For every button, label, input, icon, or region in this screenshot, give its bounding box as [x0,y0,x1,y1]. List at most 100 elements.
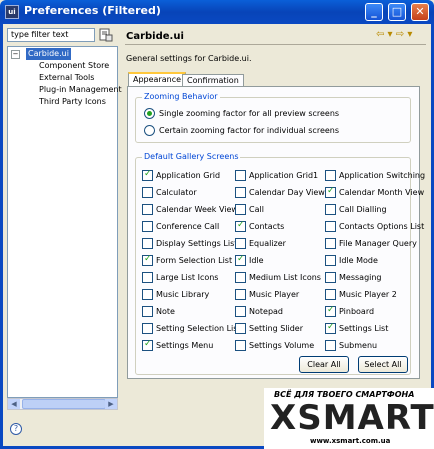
gallery-checkbox[interactable] [142,169,153,181]
gallery-checkbox[interactable] [235,220,246,232]
gallery-checkbox[interactable] [235,323,246,334]
clear-filter-icon[interactable] [99,28,113,42]
gallery-checkbox[interactable] [142,254,153,266]
gallery-checkbox-label: Call [249,205,264,214]
tree-horizontal-scrollbar[interactable]: ◀ ▶ [7,398,118,410]
tree-item-carbide-ui[interactable]: Carbide.ui [26,48,71,60]
gallery-checkbox[interactable] [235,272,246,283]
zooming-behavior-title: Zooming Behavior [142,92,220,102]
gallery-checkbox[interactable] [325,255,336,266]
gallery-checkbox-label: Medium List Icons [249,273,321,282]
gallery-checkbox-label: Submenu [339,341,378,350]
window-title: Preferences (Filtered) [24,4,161,17]
gallery-checkbox[interactable] [325,322,336,334]
gallery-checkbox-label: Equalizer [249,239,286,248]
preferences-tree: − Carbide.ui Component Store External To… [7,46,122,398]
gallery-checkbox[interactable] [325,305,336,317]
scroll-left-icon[interactable]: ◀ [8,399,20,409]
gallery-checkbox[interactable] [142,187,153,198]
gallery-checkbox-label: Calendar Month View [339,188,425,197]
gallery-checkbox-label: Display Settings List [156,239,238,248]
gallery-checkbox[interactable] [325,340,336,351]
app-icon: ui [5,5,19,19]
gallery-checkbox[interactable] [235,306,246,317]
gallery-checkbox-label: Application Grid [156,171,221,180]
tree-item-plugin-management[interactable]: Plug-in Management [39,84,122,96]
zoom-single-radio[interactable] [144,108,155,119]
gallery-checkbox-label: Calculator [156,188,197,197]
minimize-button[interactable]: _ [365,3,383,21]
scroll-thumb[interactable] [22,399,106,409]
gallery-checkbox-label: Settings Volume [249,341,315,350]
zooming-behavior-group: Zooming Behavior Single zooming factor f… [135,92,411,143]
gallery-checkbox-label: Calendar Day View [249,188,325,197]
title-separator [125,44,426,45]
clear-all-button[interactable]: Clear All [299,356,349,373]
gallery-checkbox-label: Conference Call [156,222,220,231]
gallery-checkbox[interactable] [235,204,246,215]
filter-input[interactable]: type filter text [7,28,95,42]
gallery-checkbox[interactable] [325,186,336,198]
gallery-checkbox-label: Contacts [249,222,285,231]
gallery-screens-group: Default Gallery Screens Application Grid… [135,152,425,375]
gallery-checkbox[interactable] [235,238,246,249]
gallery-checkbox-label: Calendar Week View [156,205,238,214]
gallery-checkbox[interactable] [235,340,246,351]
zoom-individual-radio[interactable] [144,125,155,136]
close-button[interactable]: ✕ [411,3,429,21]
xsmart-watermark: ВСЁ ДЛЯ ТВОЕГО СМАРТФОНА XSMART www.xsma… [264,388,434,449]
tab-confirmation[interactable]: Confirmation [182,74,244,86]
gallery-checkbox-label: Idle Mode [339,256,378,265]
gallery-checkbox[interactable] [325,289,336,300]
gallery-checkbox-label: Idle [249,256,264,265]
maximize-button[interactable]: □ [388,3,406,21]
zoom-single-label: Single zooming factor for all preview sc… [159,109,340,118]
gallery-checkbox[interactable] [142,204,153,215]
gallery-checkbox[interactable] [142,339,153,351]
gallery-checkbox-label: Large List Icons [156,273,219,282]
gallery-checkbox[interactable] [325,272,336,283]
zoom-individual-label: Certain zooming factor for individual sc… [159,126,340,135]
navigation-arrows-icon[interactable]: ⇦ ▾ ⇨ ▾ [376,29,412,40]
gallery-checkbox[interactable] [325,170,336,181]
gallery-checkbox-label: File Manager Query [339,239,417,248]
gallery-checkbox[interactable] [235,289,246,300]
gallery-checkbox-label: Settings List [339,324,389,333]
gallery-checkbox-label: Notepad [249,307,283,316]
gallery-checkbox[interactable] [325,221,336,232]
title-bar: ui Preferences (Filtered) _ □ ✕ [0,0,434,24]
watermark-url: www.xsmart.com.ua [310,437,391,445]
gallery-checkbox-label: Note [156,307,175,316]
gallery-checkbox[interactable] [235,170,246,181]
scroll-right-icon[interactable]: ▶ [105,399,117,409]
gallery-checkbox[interactable] [142,289,153,300]
gallery-checkbox-label: Call Dialling [339,205,387,214]
tree-item-component-store[interactable]: Component Store [39,60,109,72]
tab-appearance[interactable]: Appearance [128,72,187,86]
gallery-checkbox-label: Setting Slider [249,324,303,333]
gallery-checkbox-label: Messaging [339,273,382,282]
gallery-checkbox-label: Settings Menu [156,341,214,350]
tree-item-external-tools[interactable]: External Tools [39,72,94,84]
gallery-checkbox[interactable] [325,238,336,249]
gallery-checkbox-label: Application Switching [339,171,426,180]
page-title: Carbide.ui [126,31,184,42]
gallery-checkbox[interactable] [235,254,246,266]
gallery-checkbox[interactable] [325,204,336,215]
gallery-checkbox[interactable] [142,221,153,232]
help-icon[interactable]: ? [10,423,22,435]
gallery-checkbox[interactable] [142,272,153,283]
gallery-checkbox[interactable] [142,306,153,317]
gallery-checkbox-label: Contacts Options List [339,222,425,231]
appearance-panel: Zooming Behavior Single zooming factor f… [127,86,425,379]
tree-item-third-party-icons[interactable]: Third Party Icons [39,96,106,108]
gallery-checkbox-label: Form Selection List [156,256,233,265]
gallery-checkbox[interactable] [235,187,246,198]
select-all-button[interactable]: Select All [358,356,408,373]
gallery-checkbox[interactable] [142,323,153,334]
gallery-checkbox-label: Setting Selection List [156,324,241,333]
gallery-checkbox[interactable] [142,238,153,249]
gallery-screens-title: Default Gallery Screens [142,152,241,162]
page-description: General settings for Carbide.ui. [126,54,252,63]
collapse-icon[interactable]: − [11,50,20,59]
